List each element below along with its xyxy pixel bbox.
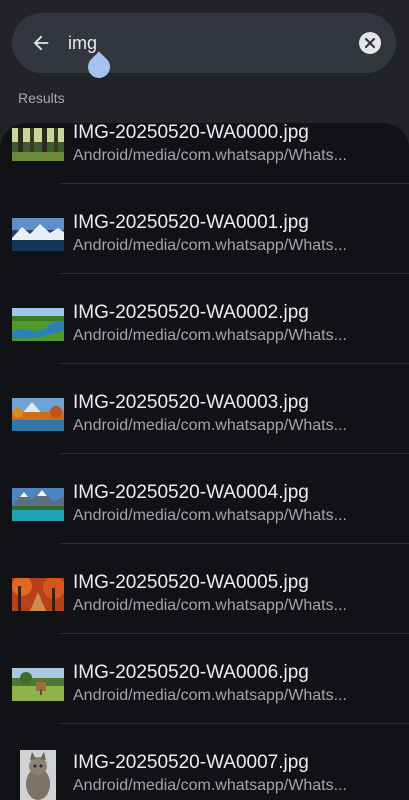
file-name: IMG-20250520-WA0004.jpg [73, 482, 309, 503]
file-name: IMG-20250520-WA0002.jpg [73, 302, 309, 323]
file-path: Android/media/com.whatsapp/Whats... [73, 597, 347, 614]
result-item[interactable]: IMG-20250520-WA0003.jpg Android/media/co… [0, 364, 409, 454]
image-thumbnail [12, 128, 64, 161]
result-item[interactable]: IMG-20250520-WA0007.jpg Android/media/co… [0, 724, 409, 800]
result-item[interactable]: IMG-20250520-WA0004.jpg Android/media/co… [0, 454, 409, 544]
file-path: Android/media/com.whatsapp/Whats... [73, 417, 347, 434]
file-name: IMG-20250520-WA0006.jpg [73, 662, 309, 683]
file-name: IMG-20250520-WA0007.jpg [73, 752, 309, 773]
image-thumbnail [12, 668, 64, 701]
result-item[interactable]: IMG-20250520-WA0000.jpg Android/media/co… [0, 123, 409, 184]
file-path: Android/media/com.whatsapp/Whats... [73, 507, 347, 524]
result-item[interactable]: IMG-20250520-WA0005.jpg Android/media/co… [0, 544, 409, 634]
file-path: Android/media/com.whatsapp/Whats... [73, 327, 347, 344]
file-path: Android/media/com.whatsapp/Whats... [73, 237, 347, 254]
results-list: IMG-20250520-WA0000.jpg Android/media/co… [0, 123, 409, 800]
file-path: Android/media/com.whatsapp/Whats... [73, 687, 347, 704]
image-thumbnail [12, 398, 64, 431]
image-thumbnail [12, 488, 64, 521]
result-item[interactable]: IMG-20250520-WA0006.jpg Android/media/co… [0, 634, 409, 724]
file-name: IMG-20250520-WA0003.jpg [73, 392, 309, 413]
image-thumbnail [12, 308, 64, 341]
file-name: IMG-20250520-WA0000.jpg [73, 123, 309, 143]
image-thumbnail [20, 750, 56, 800]
file-name: IMG-20250520-WA0001.jpg [73, 212, 309, 233]
arrow-back-icon [33, 35, 49, 51]
back-button[interactable] [26, 28, 56, 58]
file-name: IMG-20250520-WA0005.jpg [73, 572, 309, 593]
image-thumbnail [12, 578, 64, 611]
results-label: Results [18, 90, 65, 106]
search-input[interactable] [68, 30, 348, 56]
result-item[interactable]: IMG-20250520-WA0001.jpg Android/media/co… [0, 184, 409, 274]
file-path: Android/media/com.whatsapp/Whats... [73, 147, 347, 164]
search-bar[interactable] [12, 13, 396, 73]
image-thumbnail [12, 218, 64, 251]
results-panel[interactable]: IMG-20250520-WA0000.jpg Android/media/co… [0, 123, 409, 800]
close-icon [364, 37, 376, 49]
clear-search-button[interactable] [359, 32, 381, 54]
file-path: Android/media/com.whatsapp/Whats... [73, 777, 347, 794]
result-item[interactable]: IMG-20250520-WA0002.jpg Android/media/co… [0, 274, 409, 364]
search-screen: Results IMG-20250520-WA0000.jpg Andr [0, 0, 409, 800]
